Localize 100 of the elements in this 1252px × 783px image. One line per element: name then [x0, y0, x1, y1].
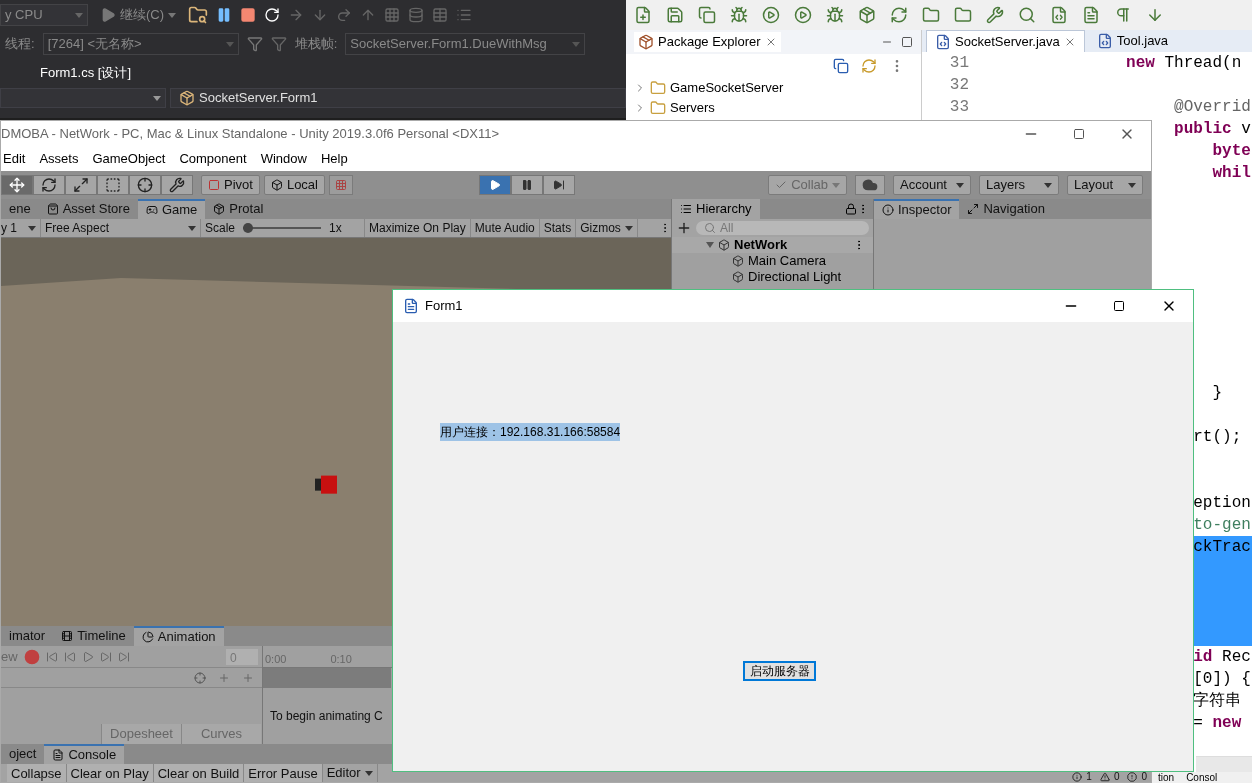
maximize-icon[interactable] [1113, 300, 1125, 312]
list-icon[interactable] [456, 7, 473, 23]
transform-tool-icon[interactable] [129, 175, 161, 195]
package-explorer-tab[interactable]: Package Explorer [634, 32, 781, 52]
message-count[interactable]: 1 [1068, 771, 1096, 782]
platform-dropdown[interactable]: y CPU [0, 4, 88, 26]
database-icon[interactable] [408, 7, 425, 23]
account-dropdown[interactable]: Account [893, 175, 971, 195]
rotate-tool-icon[interactable] [33, 175, 65, 195]
panel-tab[interactable]: Protal [205, 199, 272, 219]
console-view-tab[interactable]: Consol [1186, 772, 1218, 783]
run-icon[interactable] [762, 6, 780, 24]
pause-button[interactable] [511, 175, 543, 195]
game-view-toggle[interactable]: Gizmos [576, 219, 638, 237]
aspect-dropdown[interactable]: Free Aspect [41, 219, 201, 237]
document-tab[interactable]: Form1.cs [设计] [40, 63, 131, 83]
package-icon[interactable] [858, 6, 876, 24]
console-toggle[interactable]: Clear on Build [153, 764, 245, 782]
panel-tab[interactable]: Console [44, 744, 125, 764]
panel-tab[interactable]: Inspector [874, 199, 960, 219]
table-icon[interactable] [432, 7, 449, 23]
menu-item[interactable]: Window [260, 149, 307, 169]
play-button[interactable] [479, 175, 511, 195]
grid-icon[interactable] [384, 7, 401, 23]
maximize-icon[interactable] [901, 36, 913, 48]
menu-item[interactable]: GameObject [92, 149, 166, 169]
wrench-icon[interactable] [161, 175, 193, 195]
maximize-icon[interactable] [1073, 128, 1085, 140]
step-over-icon[interactable] [336, 7, 353, 23]
run-icon[interactable] [794, 6, 812, 24]
process-icon[interactable] [188, 5, 209, 25]
expander-icon[interactable] [706, 241, 714, 249]
folder-icon[interactable] [922, 6, 940, 24]
horizontal-scrollbar[interactable] [1196, 756, 1252, 772]
wrench-icon[interactable] [986, 6, 1004, 24]
panel-tab[interactable]: oject [1, 744, 45, 764]
next-frame-icon[interactable] [99, 650, 112, 663]
new-file-icon[interactable] [634, 6, 652, 24]
layers-dropdown[interactable]: Layers [979, 175, 1059, 195]
restart-icon[interactable] [264, 7, 281, 23]
bug-icon[interactable] [730, 6, 748, 24]
project-tree-item[interactable]: GameSocketServer [626, 78, 921, 98]
code-file-icon[interactable] [1050, 6, 1068, 24]
add-icon[interactable] [676, 220, 692, 236]
step-button[interactable] [543, 175, 575, 195]
project-tree-item[interactable]: Servers [626, 98, 921, 118]
bug-icon[interactable] [826, 6, 844, 24]
game-view-toggle[interactable]: Stats [539, 219, 577, 237]
cloud-button[interactable] [855, 175, 885, 195]
thread-dropdown[interactable]: [7264] <无名称> [42, 33, 239, 55]
move-tool-icon[interactable] [1, 175, 33, 195]
filter-icon[interactable] [246, 36, 263, 52]
panel-tab[interactable]: Asset Store [38, 199, 138, 219]
scale-tool-icon[interactable] [65, 175, 97, 195]
hierarchy-item[interactable]: NetWork [672, 237, 873, 253]
copy-icon[interactable] [698, 6, 716, 24]
type-dropdown[interactable]: SocketServer.Form1 [170, 88, 626, 108]
editor-dropdown[interactable]: Editor [322, 764, 378, 782]
search-icon[interactable] [1018, 6, 1036, 24]
stack-frame-dropdown[interactable]: SocketServer.Form1.DueWithMsg [345, 33, 586, 55]
message-count[interactable]: 0 [1095, 771, 1124, 782]
display-dropdown[interactable]: y 1 [1, 219, 41, 237]
file-icon[interactable] [1082, 6, 1100, 24]
menu-item[interactable]: Edit [3, 149, 26, 169]
panel-tab[interactable]: Game [137, 199, 206, 219]
editor-tab[interactable]: Tool.java [1088, 30, 1177, 52]
scale-slider-track[interactable] [243, 223, 322, 233]
editor-tab[interactable]: SocketServer.java [926, 30, 1085, 52]
hierarchy-item[interactable]: Main Camera [672, 253, 873, 269]
stop-icon[interactable] [240, 7, 257, 23]
panel-tab[interactable]: Animation [133, 626, 224, 646]
filter-icon[interactable] [270, 36, 287, 52]
panel-tab[interactable]: imator [1, 626, 54, 646]
refresh-icon[interactable] [890, 6, 908, 24]
folder-icon[interactable] [954, 6, 972, 24]
rect-tool-icon[interactable] [97, 175, 129, 195]
lock-icon[interactable] [845, 203, 857, 215]
continue-button[interactable]: 继续(C) [96, 4, 181, 26]
pilcrow-icon[interactable] [1114, 6, 1132, 24]
console-toggle[interactable]: Error Pause [244, 764, 323, 782]
hierarchy-item[interactable]: Directional Light [672, 269, 873, 285]
start-server-button[interactable]: 启动服务器 [743, 661, 816, 681]
menu-item[interactable]: Component [179, 149, 247, 169]
arrow-down-icon[interactable] [1146, 6, 1164, 24]
first-frame-icon[interactable] [45, 650, 58, 663]
previous-frame-icon[interactable] [63, 650, 76, 663]
collapse-all-icon[interactable] [833, 58, 849, 74]
menu-item[interactable]: Assets [39, 149, 79, 169]
crosshair-icon[interactable] [194, 671, 206, 684]
layout-dropdown[interactable]: Layout [1067, 175, 1143, 195]
play-icon[interactable] [81, 650, 94, 663]
pivot-button[interactable]: Pivot [201, 175, 260, 195]
message-count[interactable]: 0 [1123, 771, 1151, 782]
link-icon[interactable] [861, 58, 877, 74]
game-view-toggle[interactable]: Mute Audio [470, 219, 540, 237]
save-icon[interactable] [666, 6, 684, 24]
last-frame-icon[interactable] [117, 650, 130, 663]
local-button[interactable]: Local [263, 175, 325, 195]
panel-tab[interactable]: Hierarchy [672, 199, 760, 219]
menu-item[interactable]: Help [320, 149, 348, 169]
